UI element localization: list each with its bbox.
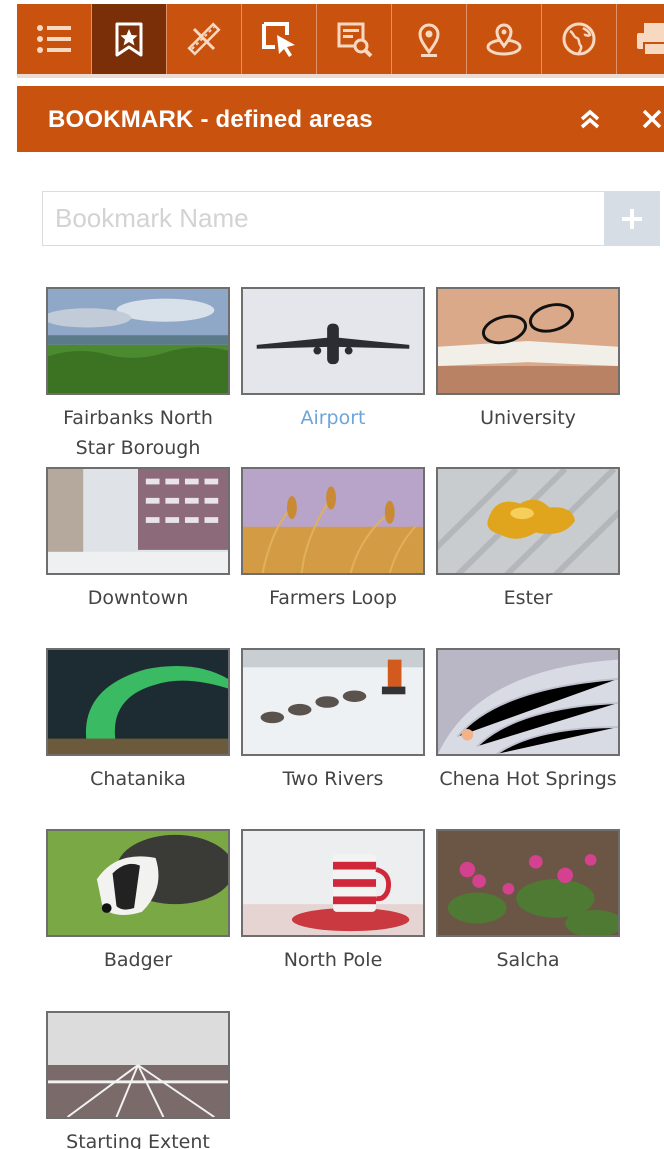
basemap-tool[interactable] bbox=[542, 4, 617, 74]
list-icon bbox=[37, 25, 71, 53]
select-icon bbox=[262, 22, 295, 57]
measure-icon bbox=[187, 22, 221, 56]
locate-tool[interactable] bbox=[392, 4, 467, 74]
aurora-thumbnail bbox=[48, 650, 228, 754]
bookmark-label: Fairbanks North Star Borough bbox=[63, 407, 213, 459]
city-street-thumbnail bbox=[48, 469, 228, 573]
bookmark-label: Ester bbox=[503, 587, 553, 609]
bookmark-item[interactable]: Two Rivers bbox=[241, 648, 425, 794]
bookmark-item[interactable]: Ester bbox=[436, 467, 620, 613]
globe-icon bbox=[562, 22, 596, 56]
bookmark-item[interactable]: Chena Hot Springs bbox=[436, 648, 620, 794]
bookmark-item[interactable]: Farmers Loop bbox=[241, 467, 425, 613]
bookmark-label: Airport bbox=[300, 407, 366, 429]
bookmark-label: Chena Hot Springs bbox=[439, 768, 617, 790]
bookmark-label: Badger bbox=[103, 949, 173, 971]
bookmark-label: Two Rivers bbox=[282, 768, 384, 790]
close-button[interactable] bbox=[639, 106, 664, 132]
book-glasses-thumbnail bbox=[438, 289, 618, 393]
ice-dome-thumbnail bbox=[438, 650, 618, 754]
sled-dogs-thumbnail bbox=[243, 650, 423, 754]
bookmark-tool[interactable] bbox=[92, 4, 167, 74]
widget-toolbar bbox=[17, 4, 664, 74]
bookmark-label: Starting Extent bbox=[66, 1131, 210, 1149]
select-tool[interactable] bbox=[242, 4, 317, 74]
gold-nugget-thumbnail bbox=[438, 469, 618, 573]
geocode-icon bbox=[486, 23, 522, 56]
bookmark-label: University bbox=[480, 407, 576, 429]
bookmark-label: Chatanika bbox=[90, 768, 186, 790]
plus-icon bbox=[622, 208, 642, 229]
candy-mug-thumbnail bbox=[243, 831, 423, 935]
badger-thumbnail bbox=[48, 831, 228, 935]
bookmark-item[interactable]: Airport bbox=[241, 287, 425, 433]
bookmark-item[interactable]: Downtown bbox=[46, 467, 230, 613]
collapse-button[interactable] bbox=[575, 104, 605, 134]
bookmark-item[interactable]: Fairbanks North Star Borough bbox=[46, 287, 230, 463]
panel-title: BOOKMARK - defined areas bbox=[48, 106, 373, 133]
print-icon bbox=[637, 23, 664, 56]
close-icon bbox=[642, 109, 662, 129]
double-chevron-up-icon bbox=[580, 109, 600, 129]
bookmark-item[interactable]: North Pole bbox=[241, 829, 425, 975]
query-icon bbox=[337, 22, 373, 58]
geocode-tool[interactable] bbox=[467, 4, 542, 74]
bookmark-item[interactable]: Chatanika bbox=[46, 648, 230, 794]
bookmark-item[interactable]: Salcha bbox=[436, 829, 620, 975]
wheat-thumbnail bbox=[243, 469, 423, 573]
bookmark-label: Salcha bbox=[496, 949, 560, 971]
bookmark-item[interactable]: University bbox=[436, 287, 620, 433]
bookmark-item[interactable]: Badger bbox=[46, 829, 230, 975]
query-tool[interactable] bbox=[317, 4, 392, 74]
measure-tool[interactable] bbox=[167, 4, 242, 74]
add-bookmark-button[interactable] bbox=[604, 191, 660, 246]
fireweed-thumbnail bbox=[438, 831, 618, 935]
bookmark-icon bbox=[115, 22, 143, 57]
running-track-thumbnail bbox=[48, 1013, 228, 1117]
landscape-thumbnail bbox=[48, 289, 228, 393]
bookmark-name-input[interactable] bbox=[42, 191, 604, 246]
airplane-thumbnail bbox=[243, 289, 423, 393]
panel-header: BOOKMARK - defined areas bbox=[17, 86, 664, 152]
layer-list-tool[interactable] bbox=[17, 4, 92, 74]
toolbar-divider bbox=[17, 74, 664, 78]
print-tool[interactable] bbox=[617, 4, 664, 74]
bookmark-label: Downtown bbox=[87, 587, 189, 609]
bookmark-label: Farmers Loop bbox=[269, 587, 397, 609]
bookmark-label: North Pole bbox=[283, 949, 383, 971]
bookmark-item[interactable]: Starting Extent bbox=[46, 1011, 230, 1149]
locate-icon bbox=[418, 23, 440, 57]
